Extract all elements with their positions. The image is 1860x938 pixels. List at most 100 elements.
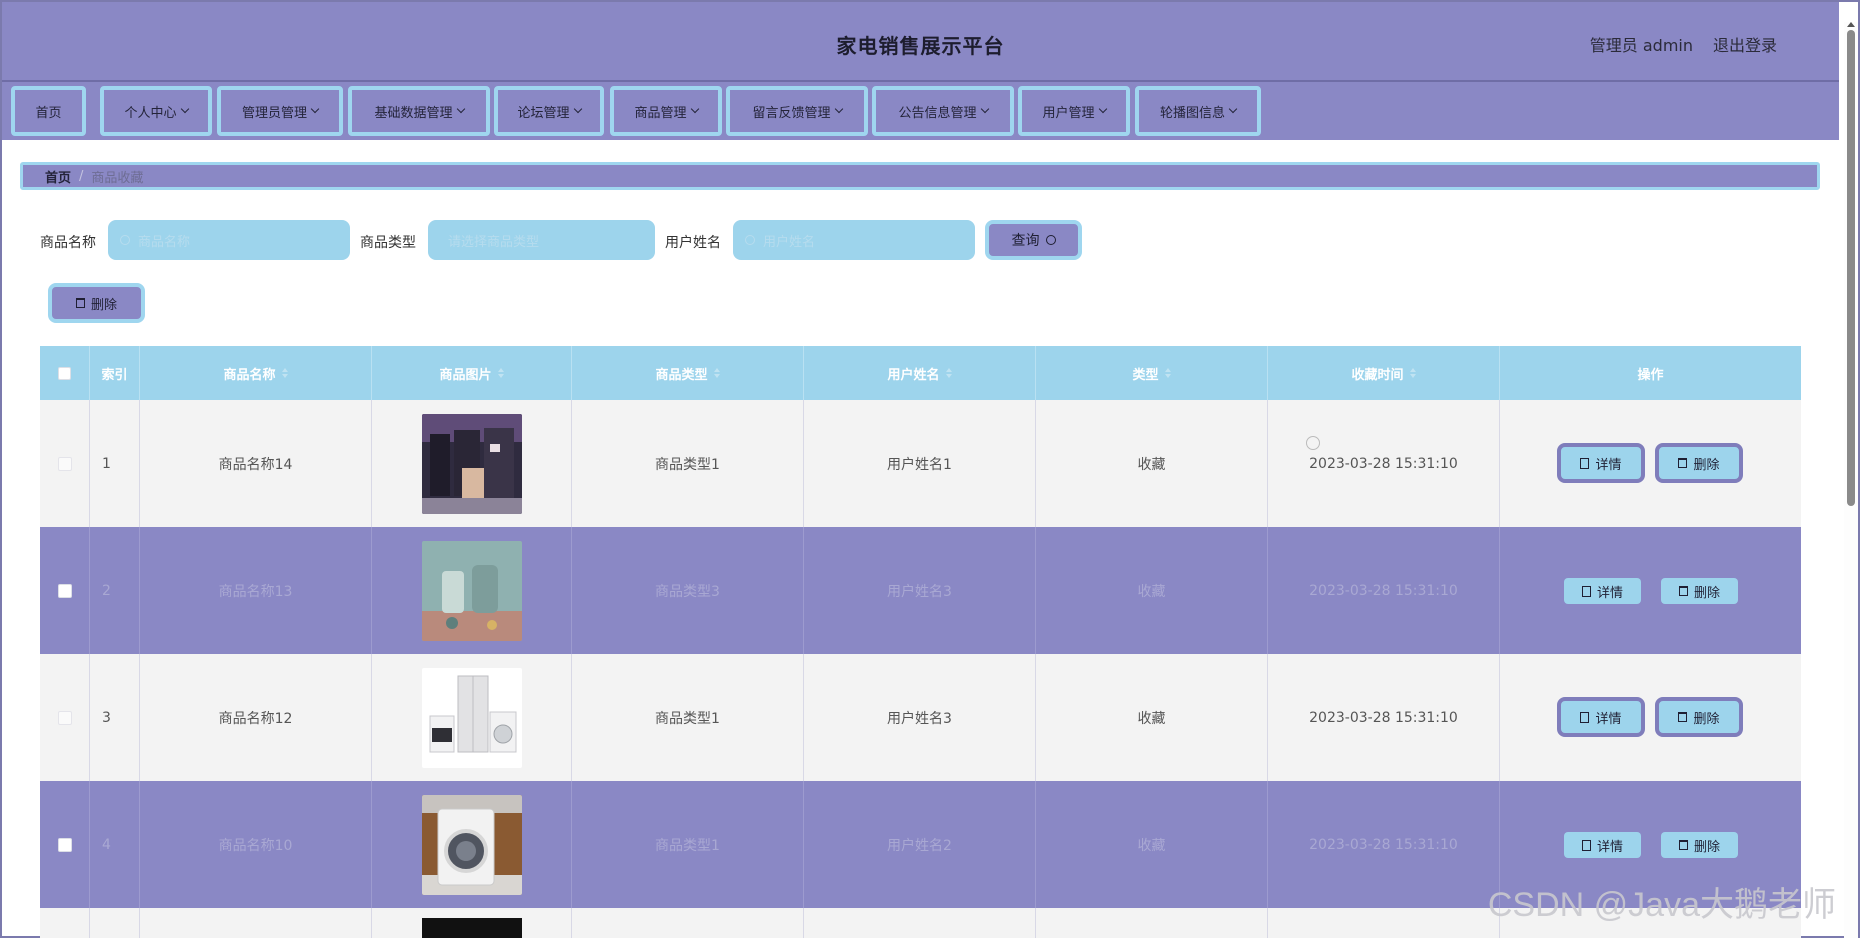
detail-button[interactable]: 详情 bbox=[1564, 578, 1641, 604]
goods-name-input[interactable]: 商品名称 bbox=[108, 220, 350, 260]
index-cell: 2 bbox=[90, 527, 140, 654]
trash-icon bbox=[1678, 458, 1688, 468]
time-cell: 2023-03-28 15:31:10 bbox=[1268, 654, 1500, 781]
header-actions: 操作 bbox=[1500, 346, 1801, 400]
goods-name-cell: 商品名称12 bbox=[140, 654, 372, 781]
time-cell: 2023-03-28 15:31:10 bbox=[1268, 781, 1500, 908]
scrollbar-thumb[interactable] bbox=[1847, 30, 1855, 506]
delete-button[interactable]: 删除 bbox=[1655, 697, 1743, 737]
sort-icon[interactable] bbox=[281, 368, 288, 378]
nav-label: 商品管理 bbox=[634, 105, 687, 121]
top-header: 家电销售展示平台 管理员 admin 退出登录 bbox=[2, 2, 1839, 82]
nav-item-notice[interactable]: 公告信息管理 bbox=[872, 86, 1014, 136]
header-label: 商品名称 bbox=[223, 367, 276, 383]
goods-type-select[interactable]: 请选择商品类型 bbox=[428, 220, 655, 260]
nav-label: 轮播图信息 bbox=[1159, 105, 1225, 121]
sort-icon[interactable] bbox=[713, 368, 720, 378]
header-user-name[interactable]: 用户姓名 bbox=[804, 346, 1036, 400]
batch-delete-label: 删除 bbox=[90, 297, 117, 313]
delete-button[interactable]: 删除 bbox=[1661, 578, 1738, 604]
goods-name-cell: 商品名称10 bbox=[140, 781, 372, 908]
nav-item-goods[interactable]: 商品管理 bbox=[610, 86, 722, 136]
row-checkbox[interactable] bbox=[57, 456, 72, 471]
nav-item-forum[interactable]: 论坛管理 bbox=[494, 86, 604, 136]
search-icon bbox=[1045, 235, 1056, 245]
nav-item-home[interactable]: 首页 bbox=[11, 86, 86, 136]
header-label: 索引 bbox=[101, 367, 128, 383]
index-cell: 4 bbox=[90, 781, 140, 908]
chevron-down-icon bbox=[1098, 104, 1107, 114]
detail-button[interactable]: 详情 bbox=[1564, 832, 1641, 858]
goods-type-label: 商品类型 bbox=[360, 235, 416, 251]
batch-delete-button[interactable]: 删除 bbox=[48, 283, 145, 323]
delete-button[interactable]: 删除 bbox=[1655, 443, 1743, 483]
kind-cell: 收藏 bbox=[1036, 400, 1268, 527]
time-cell: 2023-03-28 15:31:10 bbox=[1268, 527, 1500, 654]
row-select-cell bbox=[40, 400, 90, 527]
index-cell: 3 bbox=[90, 654, 140, 781]
breadcrumb-home[interactable]: 首页 bbox=[45, 167, 71, 186]
nav-item-users[interactable]: 用户管理 bbox=[1018, 86, 1130, 136]
header-label: 用户姓名 bbox=[887, 367, 940, 383]
delete-label: 删除 bbox=[1693, 711, 1720, 727]
user-name-cell bbox=[804, 908, 1036, 938]
table-row: 3 商品名称12 商品类型1 用户姓名3 收藏 2023-03-28 15:31… bbox=[40, 654, 1801, 781]
header-kind[interactable]: 类型 bbox=[1036, 346, 1268, 400]
document-icon bbox=[1581, 839, 1591, 851]
sort-icon[interactable] bbox=[1164, 368, 1171, 378]
detail-button[interactable]: 详情 bbox=[1557, 697, 1645, 737]
query-button-label: 查询 bbox=[1011, 233, 1040, 249]
row-checkbox[interactable] bbox=[57, 837, 72, 852]
goods-type-cell: 商品类型1 bbox=[572, 654, 804, 781]
detail-label: 详情 bbox=[1595, 457, 1622, 473]
table-row: 1 商品名称14 商品类型1 用户姓名1 收藏 2023-03-28 15:31… bbox=[40, 400, 1801, 527]
header-index: 索引 bbox=[90, 346, 140, 400]
main-nav: 首页 个人中心 管理员管理 基础数据管理 论坛管理 商品管理 留言反馈管理 公告… bbox=[2, 82, 1839, 140]
header-goods-image[interactable]: 商品图片 bbox=[372, 346, 572, 400]
detail-button[interactable]: 详情 bbox=[1557, 443, 1645, 483]
delete-label: 删除 bbox=[1693, 585, 1720, 601]
goods-name-cell: 商品名称14 bbox=[140, 400, 372, 527]
user-name-cell: 用户姓名3 bbox=[804, 527, 1036, 654]
header-time[interactable]: 收藏时间 bbox=[1268, 346, 1500, 400]
header-goods-name[interactable]: 商品名称 bbox=[140, 346, 372, 400]
trash-icon bbox=[75, 298, 85, 308]
delete-label: 删除 bbox=[1693, 839, 1720, 855]
row-select-cell bbox=[40, 781, 90, 908]
nav-item-carousel[interactable]: 轮播图信息 bbox=[1135, 86, 1261, 136]
row-select-cell bbox=[40, 527, 90, 654]
goods-image-cell bbox=[372, 654, 572, 781]
logout-link[interactable]: 退出登录 bbox=[1713, 32, 1777, 56]
sort-icon[interactable] bbox=[1409, 368, 1416, 378]
scroll-up-icon[interactable] bbox=[1847, 22, 1855, 27]
goods-name-cell: 商品名称13 bbox=[140, 527, 372, 654]
time-cell: 2023-03-28 15:31:10 bbox=[1268, 400, 1500, 527]
nav-item-base-data[interactable]: 基础数据管理 bbox=[348, 86, 490, 136]
goods-image-cell bbox=[372, 400, 572, 527]
goods-type-cell: 商品类型1 bbox=[572, 781, 804, 908]
header-select-all[interactable] bbox=[40, 346, 90, 400]
row-checkbox[interactable] bbox=[57, 583, 72, 598]
select-all-checkbox[interactable] bbox=[58, 366, 71, 380]
goods-image-cell bbox=[372, 781, 572, 908]
product-image bbox=[421, 918, 522, 938]
chevron-down-icon bbox=[834, 104, 843, 114]
nav-item-feedback[interactable]: 留言反馈管理 bbox=[726, 86, 868, 136]
page-scrollbar[interactable] bbox=[1844, 22, 1858, 938]
nav-label: 首页 bbox=[35, 105, 62, 121]
current-user: 管理员 admin bbox=[1589, 36, 1693, 55]
sort-icon[interactable] bbox=[945, 368, 952, 378]
nav-item-admin[interactable]: 管理员管理 bbox=[217, 86, 343, 136]
nav-label: 管理员管理 bbox=[241, 105, 307, 121]
nav-label: 用户管理 bbox=[1042, 105, 1095, 121]
sort-icon[interactable] bbox=[497, 368, 504, 378]
query-button[interactable]: 查询 bbox=[985, 220, 1082, 260]
user-name-input[interactable]: 用户姓名 bbox=[733, 220, 975, 260]
nav-item-personal[interactable]: 个人中心 bbox=[100, 86, 212, 136]
nav-label: 论坛管理 bbox=[517, 105, 570, 121]
row-checkbox[interactable] bbox=[57, 710, 72, 725]
header-label: 商品图片 bbox=[439, 367, 492, 383]
header-goods-type[interactable]: 商品类型 bbox=[572, 346, 804, 400]
goods-type-placeholder: 请选择商品类型 bbox=[448, 234, 540, 250]
delete-button[interactable]: 删除 bbox=[1661, 832, 1738, 858]
